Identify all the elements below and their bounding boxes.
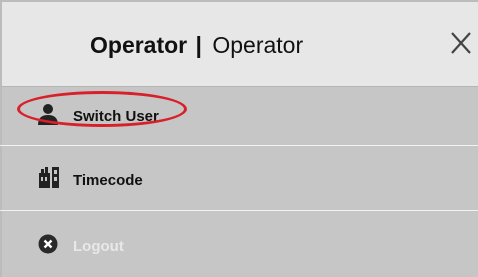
highlight-ellipse: [17, 91, 187, 127]
close-icon: [451, 32, 471, 54]
title-separator: |: [195, 32, 202, 58]
operator-menu-panel: Operator | Operator Switch User Timecode…: [0, 0, 478, 277]
operator-role-label: Operator: [90, 32, 188, 58]
menu-item-label: Logout: [73, 238, 124, 255]
menu-header: Operator | Operator: [2, 2, 478, 87]
menu-item-timecode[interactable]: Timecode: [2, 146, 478, 210]
close-button[interactable]: [448, 28, 474, 58]
operator-name-label: Operator: [212, 32, 304, 58]
logout-icon: [38, 234, 58, 254]
timecode-icon: [39, 167, 59, 188]
menu-item-label: Timecode: [73, 172, 143, 189]
menu-item-logout[interactable]: Logout: [2, 211, 478, 277]
header-title: Operator | Operator: [90, 32, 303, 59]
